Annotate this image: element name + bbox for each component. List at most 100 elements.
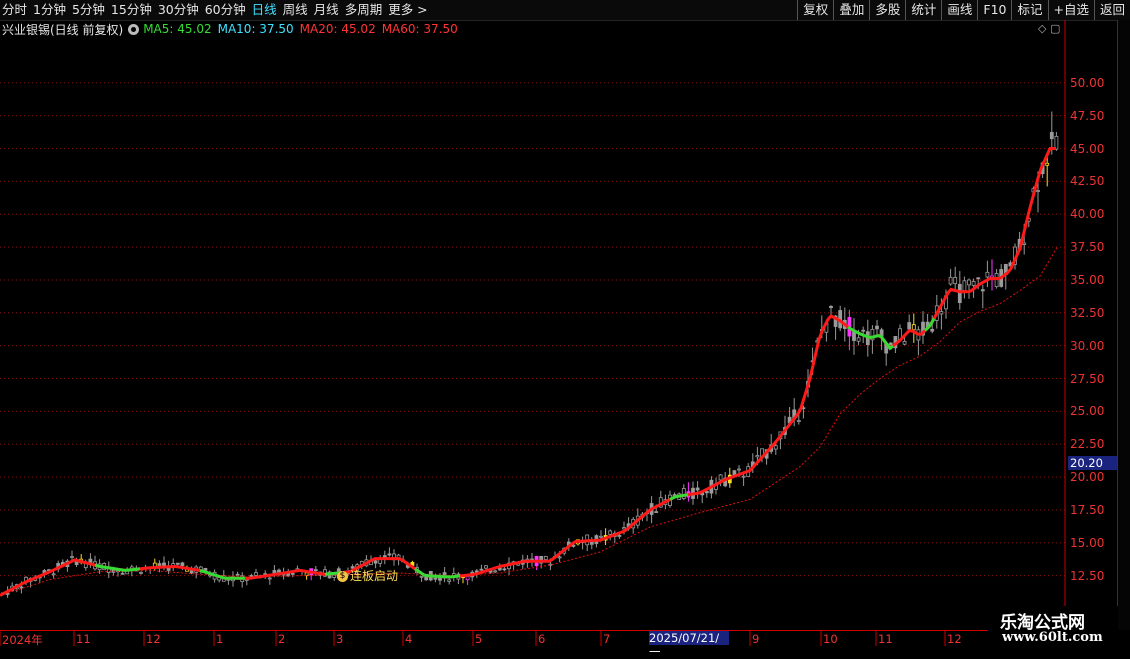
y-tick-label-9: 35.00 bbox=[1070, 272, 1105, 287]
x-tick-label-1: 11 bbox=[76, 632, 91, 646]
candle-body bbox=[829, 305, 833, 309]
candle-body bbox=[313, 569, 318, 572]
ma20-line bbox=[0, 147, 1056, 597]
candle-body bbox=[465, 575, 470, 581]
y-tick-label-4: 22.50 bbox=[1070, 437, 1105, 452]
candle-body bbox=[902, 341, 907, 345]
candle-body bbox=[51, 573, 56, 576]
candle-body bbox=[502, 568, 507, 571]
candle-body bbox=[718, 474, 723, 481]
candle-body bbox=[120, 572, 125, 575]
candle-body bbox=[907, 322, 912, 330]
candle-body bbox=[557, 556, 562, 559]
candle-body bbox=[608, 530, 613, 535]
candle-body bbox=[479, 568, 484, 571]
kline-chart[interactable] bbox=[0, 0, 1130, 650]
candle-body bbox=[484, 565, 488, 569]
candle-body bbox=[948, 276, 953, 285]
x-tick-label-0: 2024年 bbox=[2, 633, 43, 647]
y-tick-label-6: 27.50 bbox=[1070, 371, 1105, 386]
x-tick-label-5: 3 bbox=[336, 632, 344, 646]
x-tick-label-12: 10 bbox=[823, 632, 838, 646]
y-tick-label-2: 17.50 bbox=[1070, 502, 1105, 517]
candle-body bbox=[971, 281, 976, 286]
y-tick-label-1: 15.00 bbox=[1070, 535, 1105, 550]
candle-body bbox=[304, 572, 309, 576]
x-tick-label-7: 5 bbox=[475, 632, 483, 646]
y-tick-label-10: 37.50 bbox=[1070, 240, 1105, 255]
candle-body bbox=[373, 560, 378, 564]
candle-body bbox=[695, 487, 700, 491]
ma5-segment-3 bbox=[414, 567, 461, 579]
candle-body bbox=[939, 311, 944, 315]
candle-body bbox=[175, 562, 180, 565]
candle-body bbox=[796, 420, 801, 422]
x-tick-label-6: 4 bbox=[405, 632, 413, 646]
candle-body bbox=[976, 277, 981, 280]
candle-body bbox=[962, 280, 967, 292]
side-panel-strip[interactable] bbox=[1117, 20, 1130, 630]
y-tick-label-13: 45.00 bbox=[1070, 141, 1105, 156]
y-tick-label-14: 47.50 bbox=[1070, 108, 1105, 123]
crosshair-price-tag: 20.20 bbox=[1068, 456, 1118, 470]
candle-body bbox=[861, 329, 866, 332]
candle-body bbox=[930, 328, 935, 332]
candle-body bbox=[856, 337, 861, 342]
candle-body bbox=[543, 556, 548, 560]
x-tick-label-11: 9 bbox=[752, 632, 760, 646]
candle-body bbox=[235, 573, 240, 576]
candle-body bbox=[911, 324, 916, 331]
candle-body bbox=[980, 289, 985, 292]
candle-body bbox=[957, 283, 962, 304]
candle-body bbox=[1022, 242, 1027, 245]
y-tick-label-11: 40.00 bbox=[1070, 207, 1105, 222]
candle-body bbox=[290, 572, 295, 575]
candle-body bbox=[139, 571, 143, 574]
y-tick-label-0: 12.50 bbox=[1070, 568, 1105, 583]
candle-body bbox=[599, 535, 603, 538]
candle-body bbox=[967, 279, 971, 286]
signal-label: 连板启动 bbox=[350, 569, 399, 583]
candle-body bbox=[704, 490, 709, 494]
candle-body bbox=[617, 535, 622, 537]
x-tick-label-2: 12 bbox=[146, 632, 161, 646]
candle-body bbox=[419, 575, 424, 578]
y-tick-label-15: 50.00 bbox=[1070, 75, 1105, 90]
candle-body bbox=[875, 325, 879, 330]
candle-body bbox=[622, 527, 626, 530]
candle-body bbox=[70, 556, 74, 558]
y-tick-label-7: 30.00 bbox=[1070, 338, 1105, 353]
y-tick-label-5: 25.00 bbox=[1070, 404, 1105, 419]
candle-body bbox=[1045, 162, 1050, 166]
candle-body bbox=[953, 277, 958, 284]
candle-body bbox=[654, 511, 659, 513]
candle-body bbox=[249, 575, 254, 577]
candle-body bbox=[387, 553, 392, 556]
candle-body bbox=[985, 271, 990, 278]
candle-body bbox=[1049, 131, 1054, 140]
x-tick-label-14: 12 bbox=[947, 632, 962, 646]
candle-body bbox=[773, 445, 778, 450]
y-tick-label-3: 20.00 bbox=[1070, 470, 1105, 485]
money-bag-icon: $ bbox=[337, 571, 348, 582]
candle-body bbox=[755, 455, 760, 458]
x-tick-label-9: 7 bbox=[603, 632, 611, 646]
y-tick-label-12: 42.50 bbox=[1070, 174, 1105, 189]
candle-body bbox=[19, 586, 24, 589]
candle-body bbox=[267, 577, 272, 580]
signal-marker[interactable]: $ 连板启动 bbox=[337, 567, 398, 584]
crosshair-date-tag: 2025/07/21/一 bbox=[649, 631, 729, 659]
x-tick-label-4: 2 bbox=[278, 632, 286, 646]
y-tick-label-8: 32.50 bbox=[1070, 305, 1105, 320]
x-tick-label-3: 1 bbox=[216, 632, 224, 646]
candle-body bbox=[332, 574, 337, 578]
candle-body bbox=[888, 342, 893, 346]
candle-body bbox=[493, 570, 498, 573]
candle-body bbox=[447, 579, 452, 582]
x-tick-label-8: 6 bbox=[538, 632, 546, 646]
x-tick-label-13: 11 bbox=[878, 632, 893, 646]
candle-body bbox=[737, 468, 741, 471]
watermark-url: www.60lt.com bbox=[1002, 630, 1103, 645]
candle-body bbox=[180, 562, 185, 567]
candle-body bbox=[254, 572, 258, 576]
